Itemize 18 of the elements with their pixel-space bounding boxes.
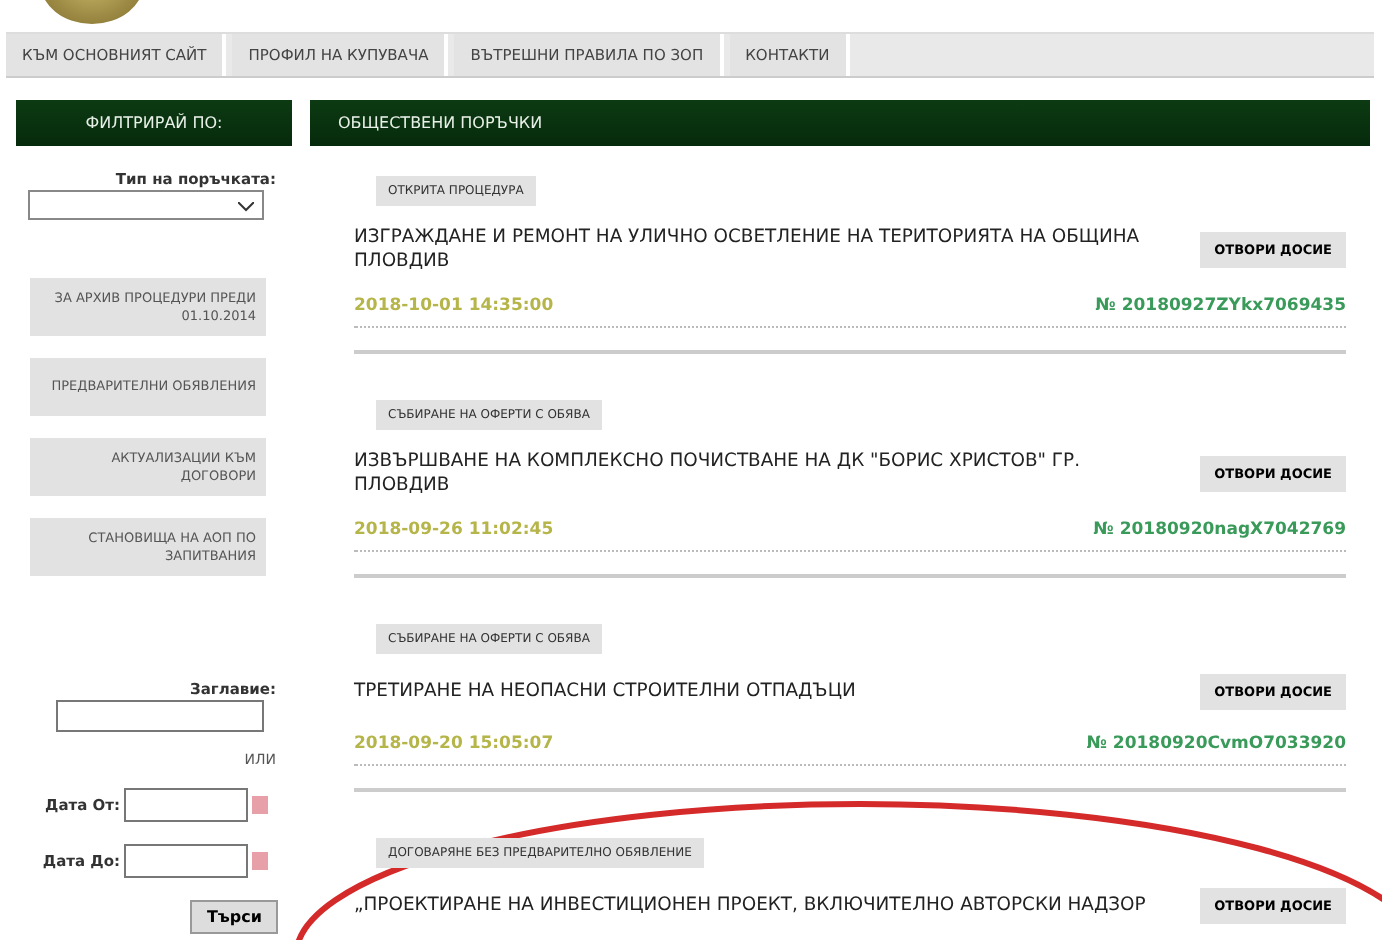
procurement-title: ИЗГРАЖДАНЕ И РЕМОНТ НА УЛИЧНО ОСВЕТЛЕНИЕ НА ТЕРИТОРИЯТА НА ОБЩИНА ПЛОВДИВ <box>354 226 1142 272</box>
procurement-title: „ПРОЕКТИРАНЕ НА ИНВЕСТИЦИОНЕН ПРОЕКТ, ВКЛЮЧИТЕЛНО АВТОРСКИ НАДЗОР <box>354 894 1148 918</box>
title-field[interactable] <box>56 700 264 732</box>
procurement-number: № 20180920CvmO7033920 <box>1086 734 1346 754</box>
chevron-down-icon <box>238 202 254 212</box>
content-heading: ОБЩЕСТВЕНИ ПОРЪЧКИ <box>310 100 1370 146</box>
procurement-date: 2018-09-20 15:05:07 <box>354 734 554 754</box>
procurement-title: ИЗВЪРШВАНЕ НА КОМПЛЕКСНО ПОЧИСТВАНЕ НА ДК "БОРИС ХРИСТОВ" ГР. ПЛОВДИВ <box>354 450 1083 496</box>
sidebar-heading: ФИЛТРИРАЙ ПО: <box>16 100 292 146</box>
search-button[interactable]: Търси <box>190 900 278 934</box>
procurement-title: ТРЕТИРАНЕ НА НЕОПАСНИ СТРОИТЕЛНИ ОТПАДЪЦИ <box>354 680 858 704</box>
procurement-number: № 20180920nagX7042769 <box>1093 520 1346 540</box>
date-field[interactable] <box>124 844 248 878</box>
procurement-date: 2018-09-26 11:02:45 <box>354 520 554 540</box>
type-dropdown[interactable] <box>28 190 264 220</box>
procurement-date: 2018-10-01 14:35:00 <box>354 296 554 316</box>
date-field[interactable] <box>124 788 248 822</box>
procurement-number: № 20180927ZYkx7069435 <box>1095 296 1346 316</box>
